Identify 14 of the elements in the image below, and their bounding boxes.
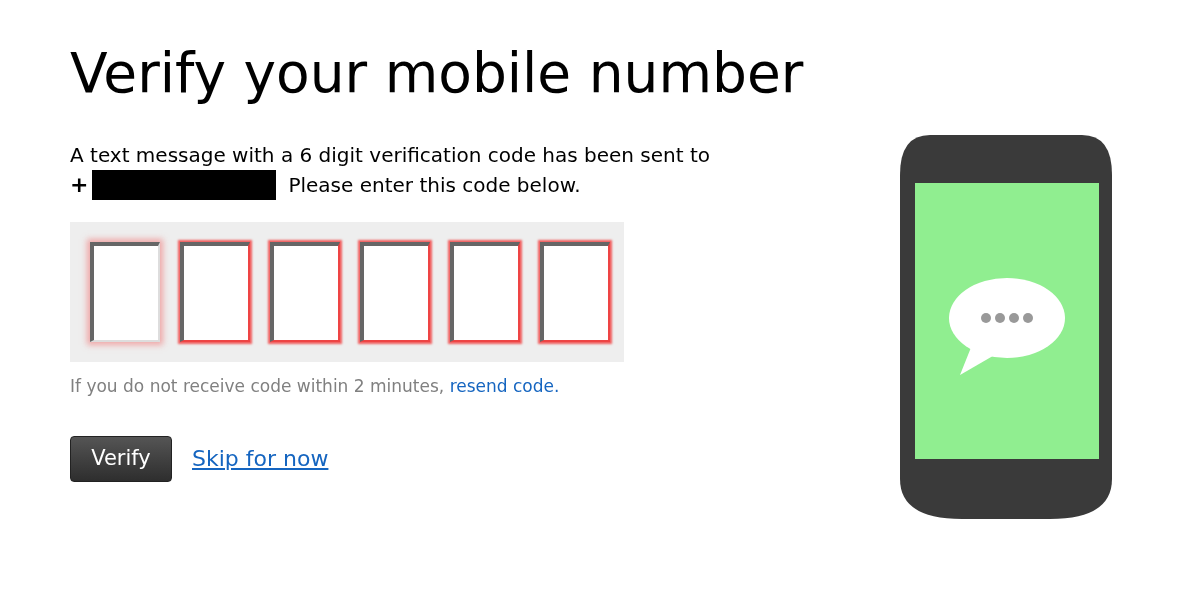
code-digit-field[interactable] [180,242,250,342]
code-digit-field[interactable] [90,242,160,342]
code-digit-field[interactable] [360,242,430,342]
code-digit-field[interactable] [450,242,520,342]
verify-button[interactable]: Verify [70,435,172,482]
hint-text: If you do not receive code within 2 minutes, resend code. [70,375,560,398]
message-text: A text message with a 6 digit verification code has been sent to [70,142,711,169]
plus-sign: + [70,171,89,199]
skip-link[interactable]: Skip for now [192,442,329,475]
message-text: Please enter this code below. [288,172,581,199]
code-digit-field[interactable] [270,242,340,342]
page-title: Verify your mobile number [70,40,805,107]
code-digit-field[interactable] [540,242,610,342]
resend-code-link[interactable]: resend code. [449,376,560,396]
